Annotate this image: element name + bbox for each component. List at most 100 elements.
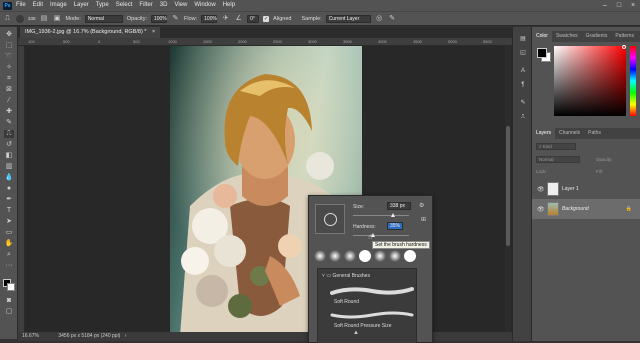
size-slider[interactable] bbox=[353, 215, 409, 216]
chevron-down-icon[interactable]: ˅ bbox=[322, 273, 325, 279]
history-brush-tool-icon[interactable]: ↺ bbox=[4, 141, 14, 149]
history-panel-icon[interactable]: ▤ bbox=[519, 35, 527, 43]
brush-preset-swatch[interactable] bbox=[389, 250, 401, 262]
ignore-adjustment-icon[interactable]: ◎ bbox=[375, 14, 384, 23]
more-tools-icon[interactable]: ··· bbox=[4, 262, 14, 270]
close-icon[interactable]: × bbox=[626, 0, 640, 11]
menu-image[interactable]: Image bbox=[50, 0, 67, 11]
color-picker-cursor[interactable] bbox=[622, 45, 626, 49]
tab-swatches[interactable]: Swatches bbox=[552, 31, 582, 42]
size-field[interactable]: 338 px bbox=[387, 202, 411, 210]
pen-tool-icon[interactable]: ✒ bbox=[4, 196, 14, 204]
brush-settings-panel-icon[interactable]: ✎ bbox=[519, 99, 527, 107]
brush-name[interactable]: Soft Round bbox=[334, 299, 359, 305]
brush-angle-preview[interactable] bbox=[315, 204, 345, 234]
brush-name[interactable]: Soft Round Pressure Size bbox=[334, 323, 392, 329]
frame-tool-icon[interactable]: ⊠ bbox=[4, 86, 14, 94]
clone-stamp-tool-icon[interactable]: ⎍ bbox=[3, 14, 12, 23]
quick-mask-icon[interactable]: ◙ bbox=[4, 297, 14, 305]
pressure-opacity-icon[interactable]: ✎ bbox=[171, 14, 180, 23]
eraser-tool-icon[interactable]: ◧ bbox=[4, 152, 14, 160]
add-preset-icon[interactable]: ⊞ bbox=[421, 216, 426, 223]
brush-list[interactable]: ˅ ▭ General Brushes Soft Round Soft Roun… bbox=[317, 268, 417, 343]
brush-preset-icon[interactable] bbox=[16, 14, 24, 23]
opacity-field[interactable]: 100% bbox=[151, 14, 167, 23]
canvas-scrollbar[interactable] bbox=[505, 46, 511, 332]
crop-tool-icon[interactable]: ⌗ bbox=[4, 75, 14, 83]
scroll-up-icon[interactable]: ▲ bbox=[353, 330, 359, 336]
brush-preset-swatch[interactable] bbox=[404, 250, 416, 262]
blur-tool-icon[interactable]: 💧 bbox=[4, 174, 14, 182]
menu-help[interactable]: Help bbox=[223, 0, 235, 11]
character-panel-icon[interactable]: A bbox=[519, 67, 527, 75]
brush-preset-swatch[interactable] bbox=[329, 250, 341, 262]
move-tool-icon[interactable]: ✥ bbox=[4, 31, 14, 39]
brush-preset-swatch[interactable] bbox=[314, 250, 326, 262]
clone-source-icon[interactable]: ▣ bbox=[53, 14, 62, 23]
lasso-tool-icon[interactable]: ➰ bbox=[4, 53, 14, 61]
screen-mode-icon[interactable]: ▢ bbox=[4, 308, 14, 316]
layer-row[interactable]: 👁 Background 🔒 bbox=[532, 199, 640, 219]
brush-preset-swatch[interactable] bbox=[374, 250, 386, 262]
document-tab[interactable]: IMG_1936-2.jpg @ 16.7% (Background, RGB/… bbox=[20, 27, 161, 38]
zoom-level[interactable]: 16.67% bbox=[22, 333, 39, 339]
airbrush-icon[interactable]: ✈ bbox=[221, 14, 230, 23]
marquee-tool-icon[interactable]: ⬚ bbox=[4, 42, 14, 50]
tab-paths[interactable]: Paths bbox=[584, 128, 605, 139]
brush-preset-swatch[interactable] bbox=[359, 250, 371, 262]
pressure-size-icon[interactable]: ✎ bbox=[388, 14, 397, 23]
healing-brush-tool-icon[interactable]: ✚ bbox=[4, 108, 14, 116]
scrollbar-thumb[interactable] bbox=[506, 126, 510, 246]
menu-filter[interactable]: Filter bbox=[139, 0, 152, 11]
hand-tool-icon[interactable]: ✋ bbox=[4, 240, 14, 248]
menu-view[interactable]: View bbox=[174, 0, 187, 11]
close-tab-icon[interactable]: × bbox=[152, 29, 155, 35]
hardness-field[interactable]: 35% bbox=[387, 222, 403, 230]
gradient-tool-icon[interactable]: ▥ bbox=[4, 163, 14, 171]
type-tool-icon[interactable]: T bbox=[4, 207, 14, 215]
mode-select[interactable]: Normal bbox=[84, 14, 123, 23]
angle-field[interactable]: 0° bbox=[247, 14, 260, 23]
folder-row[interactable]: ˅ ▭ General Brushes bbox=[322, 273, 370, 279]
tab-channels[interactable]: Channels bbox=[555, 128, 584, 139]
brush-tool-icon[interactable]: ✎ bbox=[4, 119, 14, 127]
foreground-swatch[interactable] bbox=[537, 48, 547, 58]
color-picker-field[interactable] bbox=[554, 45, 626, 116]
menu-file[interactable]: File bbox=[16, 0, 26, 11]
zoom-tool-icon[interactable]: ⌕ bbox=[4, 251, 14, 259]
maximize-icon[interactable]: □ bbox=[612, 0, 626, 11]
properties-panel-icon[interactable]: ◱ bbox=[519, 49, 527, 57]
tab-gradients[interactable]: Gradients bbox=[582, 31, 612, 42]
layer-row[interactable]: 👁 Layer 1 bbox=[532, 179, 640, 199]
flow-field[interactable]: 100% bbox=[201, 14, 218, 23]
layer-kind-filter[interactable]: ⌕ Kind bbox=[536, 143, 576, 150]
menu-layer[interactable]: Layer bbox=[74, 0, 89, 11]
sample-select[interactable]: Current Layer bbox=[325, 14, 371, 23]
minimize-icon[interactable]: – bbox=[598, 0, 612, 11]
rectangle-tool-icon[interactable]: ▭ bbox=[4, 229, 14, 237]
dodge-tool-icon[interactable]: ● bbox=[4, 185, 14, 193]
visibility-eye-icon[interactable]: 👁 bbox=[537, 206, 545, 213]
clone-stamp-tool-icon[interactable]: ⎍ bbox=[4, 130, 14, 138]
brush-settings-icon[interactable]: ▤ bbox=[40, 14, 49, 23]
paragraph-panel-icon[interactable]: ¶ bbox=[519, 81, 527, 89]
tab-patterns[interactable]: Patterns bbox=[611, 31, 638, 42]
menu-edit[interactable]: Edit bbox=[33, 0, 43, 11]
status-arrow-icon[interactable]: › bbox=[125, 333, 127, 339]
clone-source-panel-icon[interactable]: ⎍ bbox=[519, 113, 527, 121]
menu-window[interactable]: Window bbox=[194, 0, 215, 11]
menu-type[interactable]: Type bbox=[96, 0, 109, 11]
menu-3d[interactable]: 3D bbox=[160, 0, 168, 11]
blend-mode-select[interactable]: Normal bbox=[536, 156, 580, 163]
size-slider-knob[interactable] bbox=[391, 213, 396, 217]
tab-layers[interactable]: Layers bbox=[532, 128, 556, 139]
brush-preset-swatch[interactable] bbox=[344, 250, 356, 262]
gear-icon[interactable]: ⚙ bbox=[419, 202, 424, 209]
eyedropper-tool-icon[interactable]: ⁄ bbox=[4, 97, 14, 105]
path-select-tool-icon[interactable]: ➤ bbox=[4, 218, 14, 226]
visibility-eye-icon[interactable]: 👁 bbox=[537, 186, 545, 193]
hue-slider[interactable] bbox=[630, 46, 636, 116]
background-color-swatch[interactable] bbox=[7, 283, 15, 291]
brush-angle-ring[interactable] bbox=[324, 213, 337, 226]
quick-select-tool-icon[interactable]: ✧ bbox=[4, 64, 14, 72]
